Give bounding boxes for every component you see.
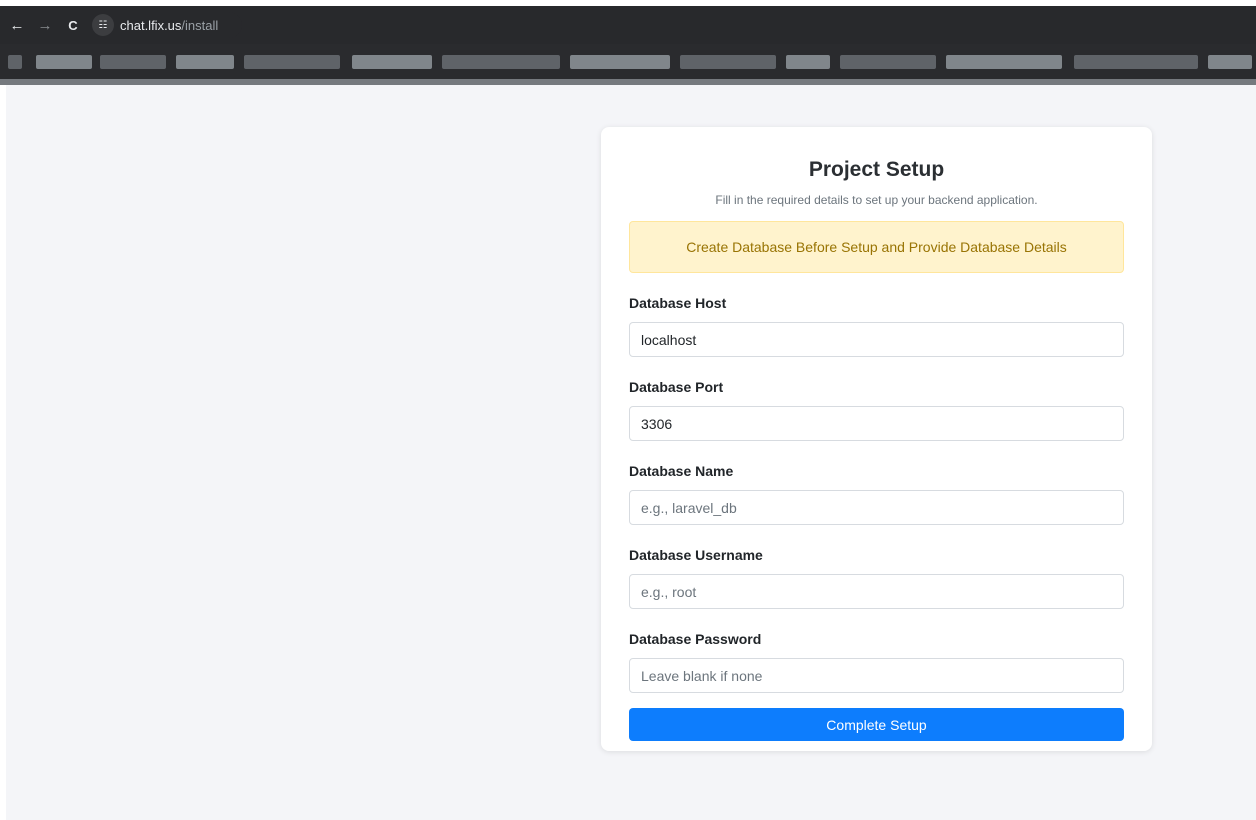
warning-alert: Create Database Before Setup and Provide… [629,221,1124,273]
bookmark-item[interactable] [680,55,776,69]
setup-card: Project Setup Fill in the required detai… [601,127,1152,751]
database-host-field: Database Host [629,294,1124,357]
database-name-label: Database Name [629,463,734,479]
database-password-label: Database Password [629,631,762,647]
bookmark-item[interactable] [176,55,234,69]
site-info-icon[interactable]: ☷ [92,14,114,36]
url-path: /install [181,17,219,33]
database-port-label: Database Port [629,379,724,395]
database-username-field: Database Username [629,546,1124,609]
database-port-input[interactable] [629,406,1124,441]
database-host-input[interactable] [629,322,1124,357]
browser-chrome: ← → C ☷ chat.lfix.us/install [0,0,1256,85]
database-password-input[interactable] [629,658,1124,693]
database-name-field: Database Name [629,462,1124,525]
bookmark-item[interactable] [1208,55,1252,69]
bookmark-item[interactable] [100,55,166,69]
bookmark-item[interactable] [1074,55,1198,69]
bookmarks-bar [0,44,1256,85]
bookmark-item[interactable] [442,55,560,69]
bookmark-item[interactable] [840,55,936,69]
back-icon[interactable]: ← [6,14,28,36]
page-body: Project Setup Fill in the required detai… [6,85,1256,820]
database-username-label: Database Username [629,547,763,563]
database-password-field: Database Password [629,630,1124,693]
bookmark-item[interactable] [786,55,830,69]
database-username-input[interactable] [629,574,1124,609]
bookmark-item[interactable] [946,55,1062,69]
database-name-input[interactable] [629,490,1124,525]
database-port-field: Database Port [629,378,1124,441]
address-bar[interactable]: ☷ chat.lfix.us/install [92,12,242,38]
forward-icon[interactable]: → [34,14,56,36]
complete-setup-button[interactable]: Complete Setup [629,708,1124,741]
bookmark-item[interactable] [352,55,432,69]
browser-toolbar: ← → C ☷ chat.lfix.us/install [0,6,1256,44]
page-subtitle: Fill in the required details to set up y… [715,193,1038,207]
page-title: Project Setup [808,158,945,181]
bookmark-item[interactable] [36,55,92,69]
bookmark-item[interactable] [8,55,22,69]
bookmark-item[interactable] [244,55,340,69]
url-host: chat.lfix.us [120,17,182,33]
warning-alert-text: Create Database Before Setup and Provide… [686,239,1067,255]
database-host-label: Database Host [629,295,727,311]
bookmark-item[interactable] [570,55,670,69]
reload-icon[interactable]: C [62,14,84,36]
